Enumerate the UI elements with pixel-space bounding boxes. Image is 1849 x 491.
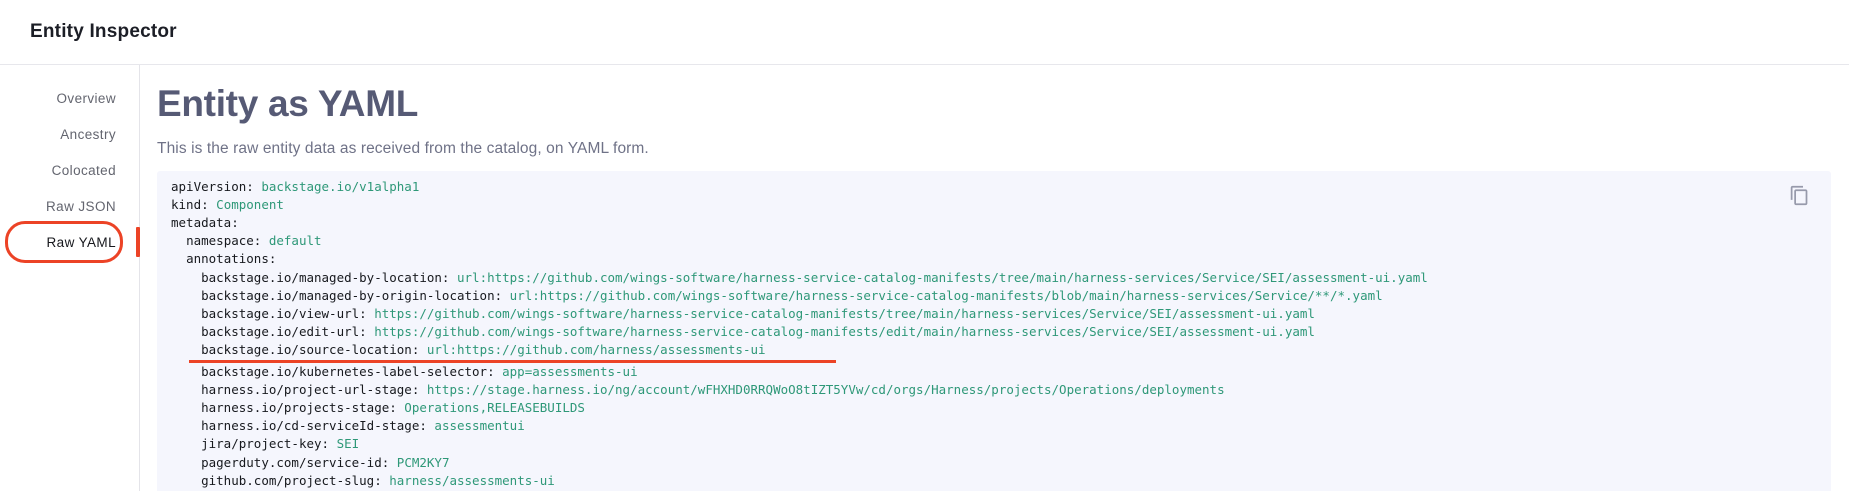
yaml-line: annotations: (171, 250, 1785, 268)
yaml-line: backstage.io/edit-url: https://github.co… (171, 323, 1785, 341)
yaml-line: apiVersion: backstage.io/v1alpha1 (171, 178, 1785, 196)
sidebar-tab-ancestry[interactable]: Ancestry (0, 116, 139, 152)
sidebar-tabs: OverviewAncestryColocatedRaw JSONRaw YAM… (0, 65, 140, 491)
yaml-key: harness.io/project-url-stage: (201, 382, 419, 397)
yaml-value: url:https://github.com/wings-software/ha… (449, 270, 1427, 285)
yaml-value: Operations,RELEASEBUILDS (397, 400, 585, 415)
annotation-circle (5, 221, 123, 263)
yaml-line: harness.io/project-url-stage: https://st… (171, 381, 1785, 399)
yaml-line: backstage.io/managed-by-location: url:ht… (171, 269, 1785, 287)
yaml-line: harness.io/projects-stage: Operations,RE… (171, 399, 1785, 417)
yaml-line: jira/project-key: SEI (171, 435, 1785, 453)
yaml-line: backstage.io/source-location: url:https:… (171, 341, 1785, 362)
yaml-value: Component (209, 197, 284, 212)
sidebar-tab-raw-json[interactable]: Raw JSON (0, 188, 139, 224)
yaml-key: kind: (171, 197, 209, 212)
yaml-key: harness.io/projects-stage: (201, 400, 397, 415)
yaml-value: PCM2KY7 (389, 455, 449, 470)
sidebar-tab-overview[interactable]: Overview (0, 80, 139, 116)
yaml-key: apiVersion: (171, 179, 254, 194)
page-subtitle: This is the raw entity data as received … (157, 140, 1831, 158)
yaml-line: backstage.io/kubernetes-label-selector: … (171, 363, 1785, 381)
copy-icon (1789, 185, 1810, 206)
yaml-key: backstage.io/managed-by-origin-location: (201, 288, 502, 303)
yaml-value: harness/assessments-ui (382, 473, 555, 488)
page-title: Entity as YAML (157, 83, 1831, 126)
yaml-value: assessmentui (427, 418, 525, 433)
yaml-line: kind: Component (171, 196, 1785, 214)
yaml-code-block: apiVersion: backstage.io/v1alpha1kind: C… (157, 171, 1831, 491)
yaml-line: github.com/project-slug: harness/assessm… (171, 472, 1785, 490)
yaml-value: url:https://github.com/harness/assessmen… (419, 342, 765, 357)
yaml-line: namespace: default (171, 232, 1785, 250)
active-tab-indicator (136, 227, 140, 257)
yaml-key: metadata: (171, 215, 239, 230)
yaml-value: app=assessments-ui (495, 364, 638, 379)
sidebar-tab-colocated[interactable]: Colocated (0, 152, 139, 188)
annotation-underline: backstage.io/source-location: url:https:… (189, 341, 835, 362)
copy-button[interactable] (1787, 184, 1811, 208)
yaml-value: backstage.io/v1alpha1 (254, 179, 420, 194)
dialog-body: OverviewAncestryColocatedRaw JSONRaw YAM… (0, 65, 1849, 491)
yaml-key: backstage.io/managed-by-location: (201, 270, 449, 285)
yaml-value: SEI (329, 436, 359, 451)
yaml-key: backstage.io/kubernetes-label-selector: (201, 364, 495, 379)
yaml-value: url:https://github.com/wings-software/ha… (502, 288, 1383, 303)
yaml-key: github.com/project-slug: (201, 473, 382, 488)
yaml-value: https://stage.harness.io/ng/account/wFHX… (419, 382, 1224, 397)
dialog-title: Entity Inspector (30, 21, 177, 43)
entity-inspector-dialog: Entity Inspector OverviewAncestryColocat… (0, 0, 1849, 491)
yaml-line: harness.io/cd-serviceId-stage: assessmen… (171, 417, 1785, 435)
yaml-value: default (261, 233, 321, 248)
yaml-line: pagerduty.com/service-id: PCM2KY7 (171, 454, 1785, 472)
yaml-key: backstage.io/source-location: (201, 342, 419, 357)
yaml-key: harness.io/cd-serviceId-stage: (201, 418, 427, 433)
yaml-value: https://github.com/wings-software/harnes… (367, 306, 1315, 321)
dialog-header: Entity Inspector (0, 0, 1849, 65)
yaml-key: jira/project-key: (201, 436, 329, 451)
yaml-key: pagerduty.com/service-id: (201, 455, 389, 470)
yaml-key: namespace: (186, 233, 261, 248)
yaml-key: backstage.io/view-url: (201, 306, 367, 321)
yaml-key: backstage.io/edit-url: (201, 324, 367, 339)
yaml-line: backstage.io/managed-by-origin-location:… (171, 287, 1785, 305)
yaml-line: backstage.io/view-url: https://github.co… (171, 305, 1785, 323)
yaml-key: annotations: (186, 251, 276, 266)
yaml-code: apiVersion: backstage.io/v1alpha1kind: C… (171, 178, 1785, 490)
content-area: Entity as YAML This is the raw entity da… (140, 65, 1849, 491)
yaml-line: metadata: (171, 214, 1785, 232)
yaml-value: https://github.com/wings-software/harnes… (367, 324, 1315, 339)
sidebar-tab-raw-yaml[interactable]: Raw YAML (0, 224, 139, 260)
